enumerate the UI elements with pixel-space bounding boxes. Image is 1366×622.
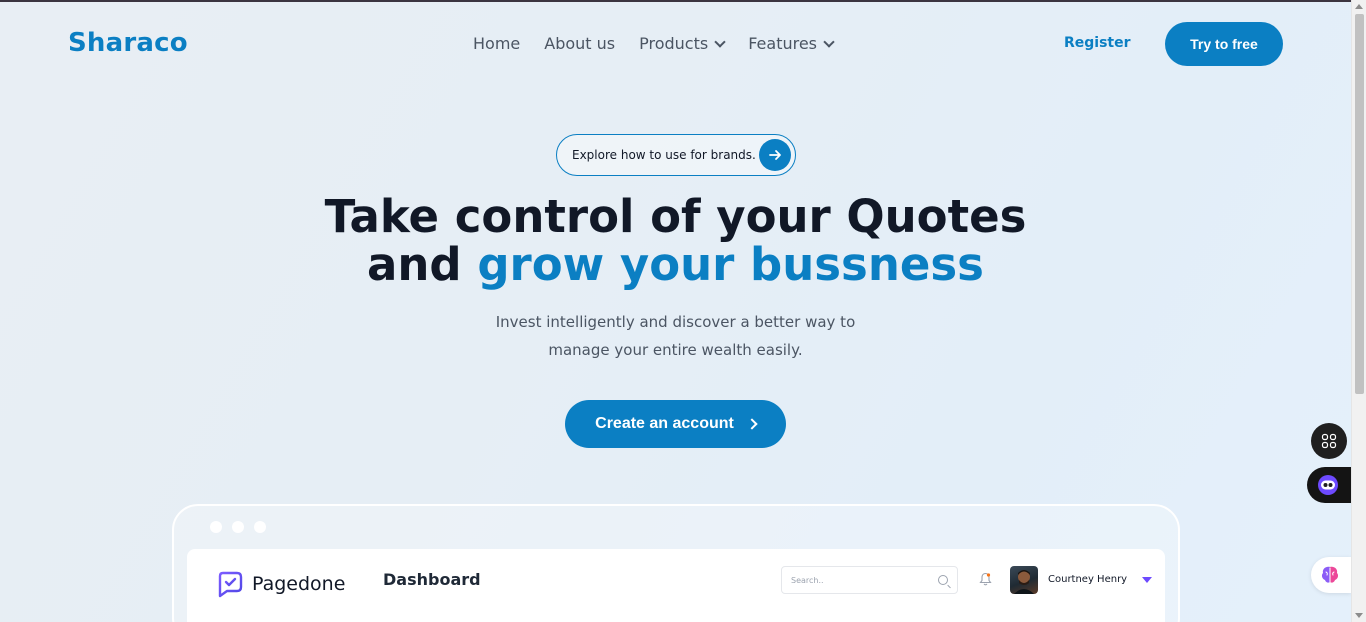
scroll-up-icon[interactable] xyxy=(1355,4,1363,9)
chevron-down-icon xyxy=(823,35,835,48)
user-name[interactable]: Courtney Henry xyxy=(1048,574,1127,585)
headline-accent: grow your bussness xyxy=(477,238,984,291)
brain-icon[interactable] xyxy=(1311,557,1351,593)
scroll-thumb[interactable] xyxy=(1355,14,1364,394)
avatar[interactable] xyxy=(1010,566,1038,594)
bot-icon[interactable] xyxy=(1307,467,1351,503)
bell-icon[interactable] xyxy=(979,572,992,586)
pagedone-logo: Pagedone xyxy=(216,570,345,598)
nav-home-label: Home xyxy=(473,34,521,53)
explore-pill[interactable]: Explore how to use for brands. xyxy=(556,134,796,176)
window-dots xyxy=(210,521,266,533)
dashboard-search-input[interactable]: Search.. xyxy=(781,566,958,594)
hero-headline-line1: Take control of your Quotes xyxy=(324,190,1027,243)
dashboard-title: Dashboard xyxy=(383,570,481,589)
window-dot xyxy=(210,521,222,533)
nav-home[interactable]: Home xyxy=(473,34,520,53)
search-icon xyxy=(938,575,948,585)
top-border xyxy=(0,0,1366,2)
hero-subtext: Invest intelligently and discover a bett… xyxy=(0,308,1351,364)
create-account-label: Create an account xyxy=(595,415,734,432)
caret-down-icon[interactable] xyxy=(1142,577,1152,583)
nav-products-label: Products xyxy=(639,34,709,53)
nav-products[interactable]: Products xyxy=(639,34,726,53)
nav-about[interactable]: About us xyxy=(544,34,615,53)
register-link[interactable]: Register xyxy=(1064,35,1131,51)
pagedone-mark-icon xyxy=(218,571,243,598)
chevron-right-icon xyxy=(746,418,758,430)
arrow-right-icon[interactable] xyxy=(759,139,791,171)
search-placeholder: Search.. xyxy=(791,575,824,585)
nav-about-label: About us xyxy=(544,34,616,53)
logo[interactable]: Sharaco xyxy=(68,28,188,58)
hero-headline-line2: and grow your bussness xyxy=(0,241,1351,289)
grid-icon[interactable] xyxy=(1311,423,1347,459)
nav-features[interactable]: Features xyxy=(748,34,835,53)
scroll-down-icon[interactable] xyxy=(1355,613,1363,618)
chevron-down-icon xyxy=(714,35,726,48)
headline-prefix: and xyxy=(367,238,478,291)
pagedone-brand: Pagedone xyxy=(252,573,346,595)
subtext-line2: manage your entire wealth easily. xyxy=(548,341,803,359)
main-nav: Home About us Products Features xyxy=(473,34,835,53)
window-dot xyxy=(254,521,266,533)
explore-label: Explore how to use for brands. xyxy=(572,148,756,162)
subtext-line1: Invest intelligently and discover a bett… xyxy=(495,313,856,331)
window-dot xyxy=(232,521,244,533)
nav-features-label: Features xyxy=(748,34,818,53)
scrollbar[interactable] xyxy=(1351,0,1366,622)
create-account-button[interactable]: Create an account xyxy=(565,400,786,448)
try-free-button[interactable]: Try to free xyxy=(1165,22,1283,66)
